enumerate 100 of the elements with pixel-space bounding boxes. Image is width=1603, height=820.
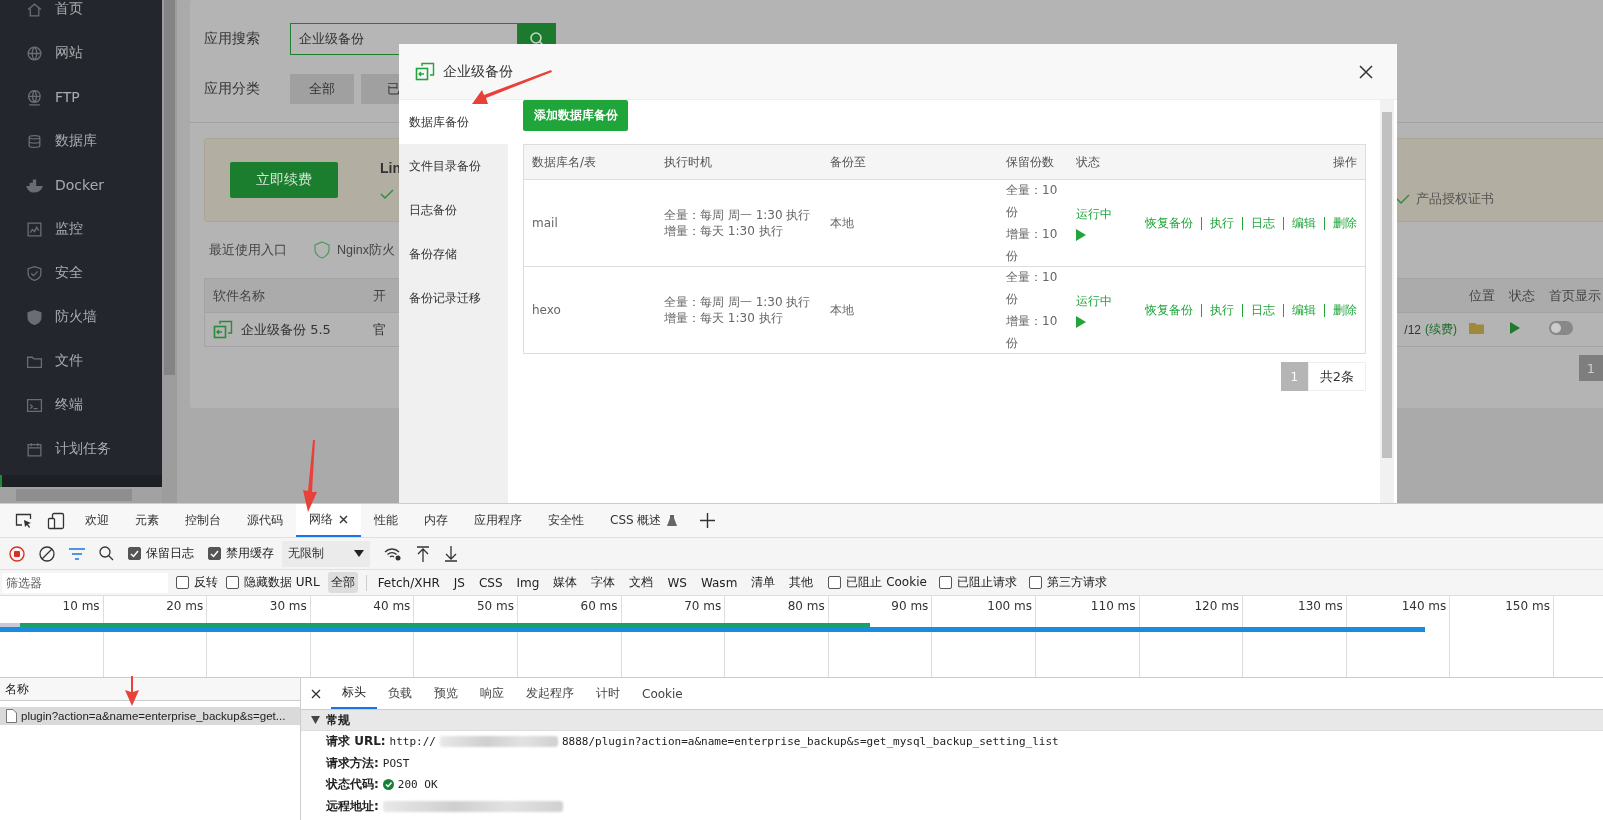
checkbox-option[interactable]: 第三方请求 bbox=[1028, 574, 1107, 591]
type-filter[interactable]: Fetch/XHR bbox=[374, 573, 443, 592]
details-tab[interactable]: 响应 bbox=[469, 678, 515, 709]
header-value: http:// bbox=[389, 735, 436, 749]
nav-item[interactable]: 数据库备份 bbox=[399, 100, 508, 144]
nav-item[interactable]: 备份存储 bbox=[399, 232, 508, 276]
checkbox-option[interactable]: 隐藏数据 URL bbox=[226, 574, 320, 591]
devtools-tab[interactable]: CSS 概述 bbox=[597, 504, 691, 537]
tick-label: 100 ms bbox=[987, 599, 1032, 613]
type-filter[interactable]: Img bbox=[513, 573, 543, 592]
sidebar-item[interactable]: 文件 bbox=[0, 339, 162, 383]
type-filter[interactable]: CSS bbox=[475, 573, 506, 592]
section-header[interactable]: 常规 bbox=[301, 710, 1603, 731]
category-button[interactable]: 全部 bbox=[290, 74, 354, 104]
tick-label: 90 ms bbox=[891, 599, 929, 613]
sidebar-item[interactable]: 终端 bbox=[0, 383, 162, 427]
devtools-tab[interactable]: 网络 bbox=[296, 504, 361, 537]
tick-label: 140 ms bbox=[1401, 599, 1447, 613]
devtools-tab[interactable]: 性能 bbox=[361, 504, 411, 537]
devtools-tab[interactable]: 欢迎 bbox=[72, 504, 122, 537]
details-tab[interactable]: 预览 bbox=[423, 678, 469, 709]
backup-target: 本地 bbox=[829, 214, 855, 232]
details-tab[interactable]: 负载 bbox=[377, 678, 423, 709]
type-filter[interactable]: 媒体 bbox=[550, 572, 581, 593]
type-filter[interactable]: 全部 bbox=[327, 572, 358, 593]
sidebar-item[interactable]: FTP bbox=[0, 75, 162, 119]
nav-item[interactable]: 日志备份 bbox=[399, 188, 508, 232]
column-header: 状态 bbox=[1509, 286, 1536, 305]
tick-label: 80 ms bbox=[787, 599, 825, 613]
throttling-select[interactable]: 无限制 bbox=[282, 540, 370, 567]
type-filter[interactable]: WS bbox=[664, 573, 690, 592]
renew-button[interactable]: 立即续费 bbox=[230, 162, 338, 198]
header-name: 状态代码: bbox=[326, 776, 379, 794]
devtools-tab[interactable]: 控制台 bbox=[172, 504, 234, 537]
header-name: 请求 URL: bbox=[326, 733, 386, 751]
sidebar-item[interactable]: 计划任务 bbox=[0, 427, 162, 471]
type-filter[interactable]: Wasm bbox=[697, 573, 741, 592]
tick-label: 50 ms bbox=[476, 599, 514, 613]
retention-text: 全量：10份 bbox=[1006, 269, 1059, 308]
column-header: 操作 bbox=[1332, 153, 1358, 171]
recent-link[interactable]: Nginx防火 bbox=[337, 241, 395, 259]
schedule-text: 增量：每天 1:30 执行 bbox=[664, 223, 784, 239]
tick-label: 150 ms bbox=[1505, 599, 1550, 613]
column-header: 名称 bbox=[5, 680, 29, 698]
sidebar-item[interactable]: 网站 bbox=[0, 31, 162, 75]
request-row[interactable]: plugin?action=a&name=enterprise_backup&s=get... bbox=[0, 707, 300, 725]
status-text: 运行中 bbox=[1076, 205, 1112, 223]
retention-text: 增量：10份 bbox=[1006, 226, 1059, 265]
sidebar-item[interactable]: 首页 bbox=[0, 0, 162, 31]
type-filter[interactable]: 文档 bbox=[626, 572, 657, 593]
table-cell: 官 bbox=[373, 320, 386, 339]
search-label: 应用搜索 bbox=[204, 30, 261, 48]
details-tab[interactable]: 计时 bbox=[585, 678, 631, 709]
checkbox-option[interactable]: 已阻止请求 bbox=[938, 574, 1017, 591]
sidebar-item[interactable]: 防火墙 bbox=[0, 295, 162, 339]
tick-label: 40 ms bbox=[373, 599, 411, 613]
sidebar-item[interactable]: 数据库 bbox=[0, 119, 162, 163]
header-value: 8888/plugin?action=a&name=enterprise_backup&s=get_mysql_backup_setting_list bbox=[561, 735, 1059, 749]
sidebar-item[interactable]: 监控 bbox=[0, 207, 162, 251]
database-name: hexo bbox=[531, 303, 562, 317]
sidebar-item[interactable]: Docker bbox=[0, 163, 162, 207]
retention-text: 增量：10份 bbox=[1006, 313, 1059, 352]
checkbox-option[interactable]: 保留日志 bbox=[128, 545, 194, 562]
tick-label: 120 ms bbox=[1194, 599, 1240, 613]
column-header: 数据库名/表 bbox=[531, 153, 598, 171]
type-filter[interactable]: JS bbox=[450, 573, 468, 592]
schedule-text: 全量：每周 周一 1:30 执行 bbox=[664, 207, 812, 223]
checkbox-option[interactable]: 反转 bbox=[176, 574, 218, 591]
tick-label: 20 ms bbox=[166, 599, 204, 613]
column-header: 开 bbox=[373, 286, 386, 305]
devtools-tab[interactable]: 应用程序 bbox=[461, 504, 535, 537]
column-header: 保留份数 bbox=[1005, 153, 1055, 171]
license-item: 产品授权证书 bbox=[1416, 190, 1494, 208]
type-filter[interactable]: 清单 bbox=[748, 572, 779, 593]
column-header: 备份至 bbox=[829, 153, 867, 171]
filter-field[interactable]: 筛选器 bbox=[2, 572, 168, 593]
tick-label: 130 ms bbox=[1298, 599, 1343, 613]
tick-label: 10 ms bbox=[62, 599, 100, 613]
header-value: POST bbox=[382, 756, 410, 770]
column-header: 软件名称 bbox=[213, 286, 266, 305]
header-value: 200 OK bbox=[397, 778, 438, 792]
header-name: 远程地址: bbox=[326, 797, 379, 815]
devtools-tab[interactable]: 内存 bbox=[411, 504, 461, 537]
nav-item[interactable]: 备份记录迁移 bbox=[399, 276, 508, 320]
type-filter[interactable]: 字体 bbox=[588, 572, 619, 593]
devtools-tab[interactable]: 源代码 bbox=[234, 504, 296, 537]
software-name: 企业级备份 5.5 bbox=[241, 320, 331, 339]
column-header: 状态 bbox=[1075, 153, 1101, 171]
checkbox-option[interactable]: 已阻止 Cookie bbox=[828, 574, 927, 591]
dialog-title: 企业级备份 bbox=[443, 62, 513, 81]
devtools-tab[interactable]: 安全性 bbox=[535, 504, 597, 537]
checkbox-option[interactable]: 禁用缓存 bbox=[208, 545, 274, 562]
details-tab[interactable]: Cookie bbox=[631, 678, 694, 709]
header-name: 请求方法: bbox=[326, 754, 379, 772]
type-filter[interactable]: 其他 bbox=[786, 572, 817, 593]
devtools-tab[interactable]: 元素 bbox=[122, 504, 172, 537]
sidebar-item[interactable]: 安全 bbox=[0, 251, 162, 295]
details-tab[interactable]: 发起程序 bbox=[515, 678, 585, 709]
retention-text: 全量：10份 bbox=[1006, 182, 1059, 221]
nav-item[interactable]: 文件目录备份 bbox=[399, 144, 508, 188]
